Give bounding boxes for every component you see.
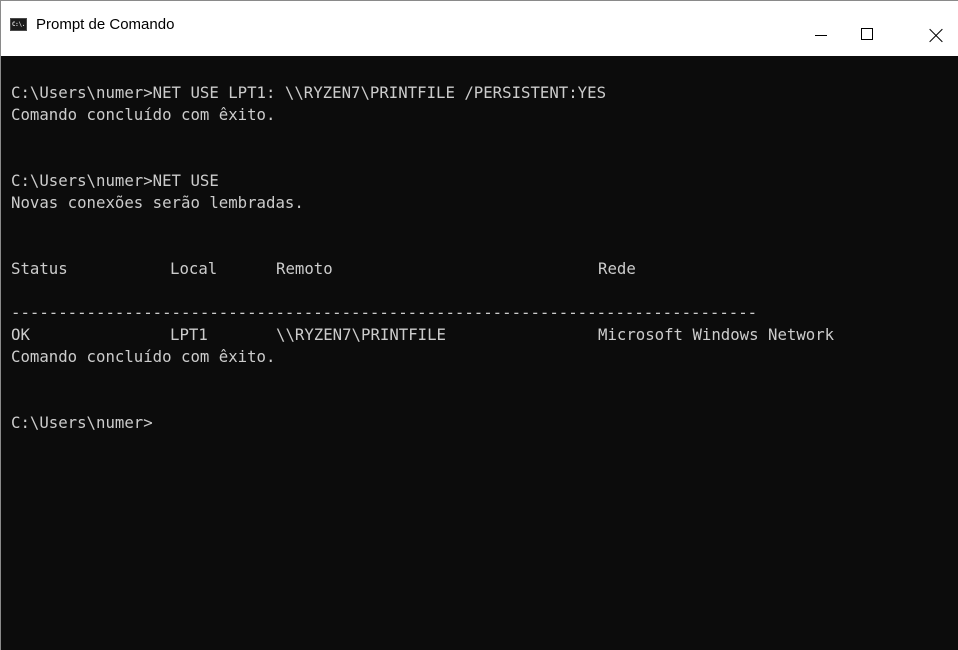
minimize-icon	[815, 35, 827, 36]
command-prompt-line[interactable]: C:\Users\numer>	[11, 412, 958, 434]
minimize-button[interactable]	[797, 1, 843, 56]
cmd-icon: C:\.	[10, 18, 27, 31]
maximize-button[interactable]	[844, 1, 890, 56]
close-icon	[929, 28, 943, 42]
command-prompt-window: C:\. Prompt de Comando C:\Users\numer>NE…	[0, 0, 958, 650]
window-title: Prompt de Comando	[36, 16, 175, 33]
title-bar[interactable]: C:\. Prompt de Comando	[1, 1, 958, 56]
header-network: Rede	[598, 259, 636, 278]
header-local: Local	[170, 259, 218, 278]
header-status: Status	[11, 259, 68, 278]
row-status: OK	[11, 325, 30, 344]
console-output[interactable]: C:\Users\numer>NET USE LPT1: \\RYZEN7\PR…	[11, 82, 958, 434]
maximize-icon	[861, 28, 873, 40]
row-network: Microsoft Windows Network	[598, 325, 835, 344]
table-row: OK LPT1 \\RYZEN7\PRINTFILE Microsoft Win…	[11, 324, 958, 346]
row-remote: \\RYZEN7\PRINTFILE	[276, 325, 447, 344]
console-line: Comando concluído com êxito.	[11, 105, 276, 124]
row-local: LPT1	[170, 325, 208, 344]
console-line: Novas conexões serão lembradas.	[11, 193, 304, 212]
console-line: C:\Users\numer>NET USE LPT1: \\RYZEN7\PR…	[11, 83, 607, 102]
console-line: Comando concluído com êxito.	[11, 347, 276, 366]
close-button[interactable]	[913, 1, 958, 56]
table-separator: ----------------------------------------…	[11, 303, 758, 322]
header-remote: Remoto	[276, 259, 333, 278]
console-line: C:\Users\numer>NET USE	[11, 171, 219, 190]
table-header-row: Status Local Remoto Rede	[11, 258, 958, 280]
